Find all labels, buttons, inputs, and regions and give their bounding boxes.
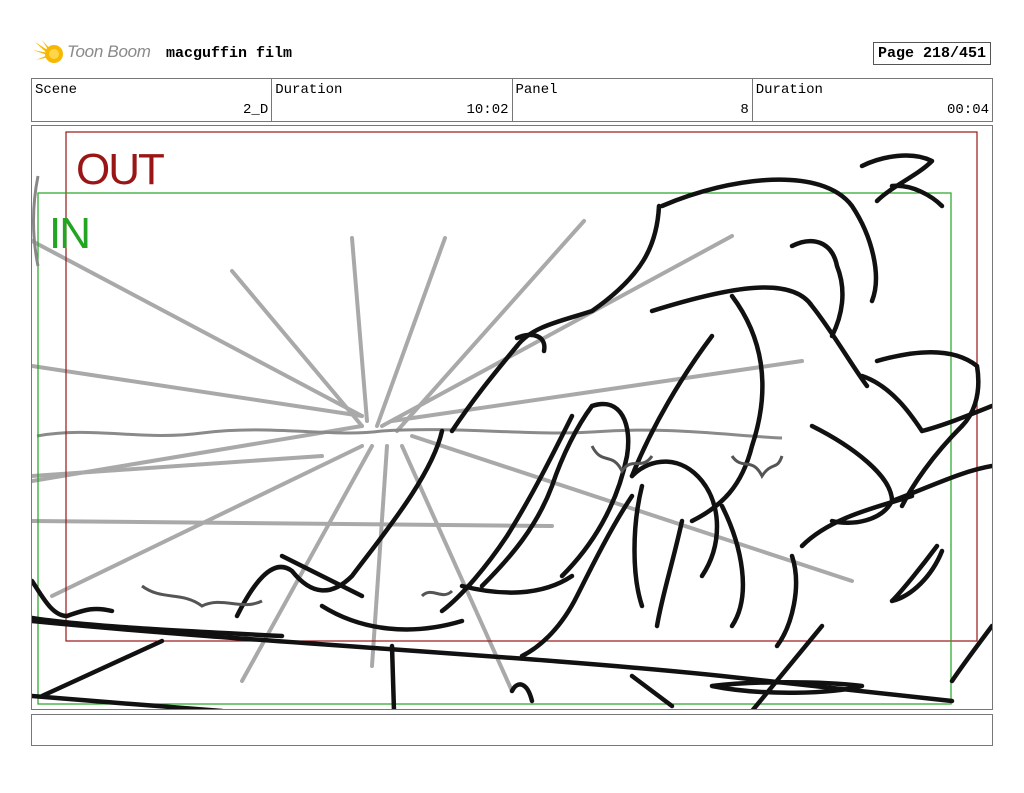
out-frame xyxy=(65,131,978,642)
in-frame xyxy=(37,192,952,705)
in-frame-label: IN xyxy=(49,209,91,258)
toon-boom-logo: Toon Boom xyxy=(33,38,163,68)
panel-duration-cell: Duration 00:04 xyxy=(753,79,992,121)
caption-box xyxy=(31,714,993,746)
panel-duration-value: 00:04 xyxy=(946,102,989,118)
panel-label: Panel xyxy=(515,82,558,98)
scene-value: 2_D xyxy=(243,102,269,118)
out-frame-label: OUT xyxy=(76,145,165,194)
edge-arc xyxy=(32,175,40,267)
scene-duration-value: 10:02 xyxy=(466,102,509,118)
toon-boom-star-icon xyxy=(33,40,63,63)
film-title: macguffin film xyxy=(166,45,293,62)
storyboard-panel: OUT IN xyxy=(31,125,993,710)
scene-label: Scene xyxy=(35,82,78,98)
scene-duration-label: Duration xyxy=(275,82,343,98)
panel-value: 8 xyxy=(740,102,749,118)
panel-duration-label: Duration xyxy=(755,82,823,98)
logo-text: Toon Boom xyxy=(67,42,151,61)
horizon-line xyxy=(36,428,783,440)
scene-cell: Scene 2_D xyxy=(32,79,273,121)
panel-cell: Panel 8 xyxy=(513,79,753,121)
scene-duration-cell: Duration 10:02 xyxy=(272,79,513,121)
page-number: Page 218/451 xyxy=(873,42,991,65)
scene-info-table: Scene 2_D Duration 10:02 Panel 8 Duratio… xyxy=(31,78,993,122)
panel-sketch xyxy=(32,131,992,709)
